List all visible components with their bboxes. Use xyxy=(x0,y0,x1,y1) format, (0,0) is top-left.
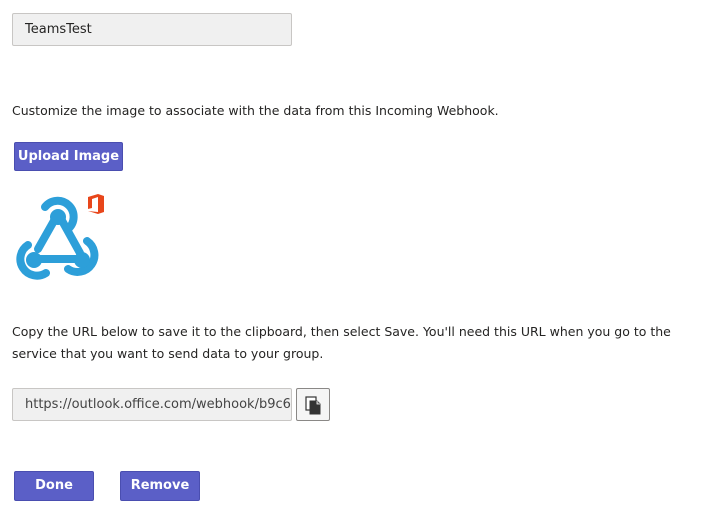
copy-url-button[interactable] xyxy=(296,388,330,421)
upload-image-button[interactable]: Upload Image xyxy=(14,142,123,171)
done-button[interactable]: Done xyxy=(14,471,94,501)
image-description: Customize the image to associate with th… xyxy=(12,103,499,118)
webhook-logo xyxy=(10,193,110,285)
webhook-url-field[interactable]: https://outlook.office.com/webhook/b9c6 xyxy=(12,388,292,421)
copy-icon xyxy=(305,396,321,415)
office-icon xyxy=(88,194,104,214)
connector-name-input[interactable]: TeamsTest xyxy=(12,13,292,46)
url-description: Copy the URL below to save it to the cli… xyxy=(12,324,671,361)
remove-button[interactable]: Remove xyxy=(120,471,200,501)
